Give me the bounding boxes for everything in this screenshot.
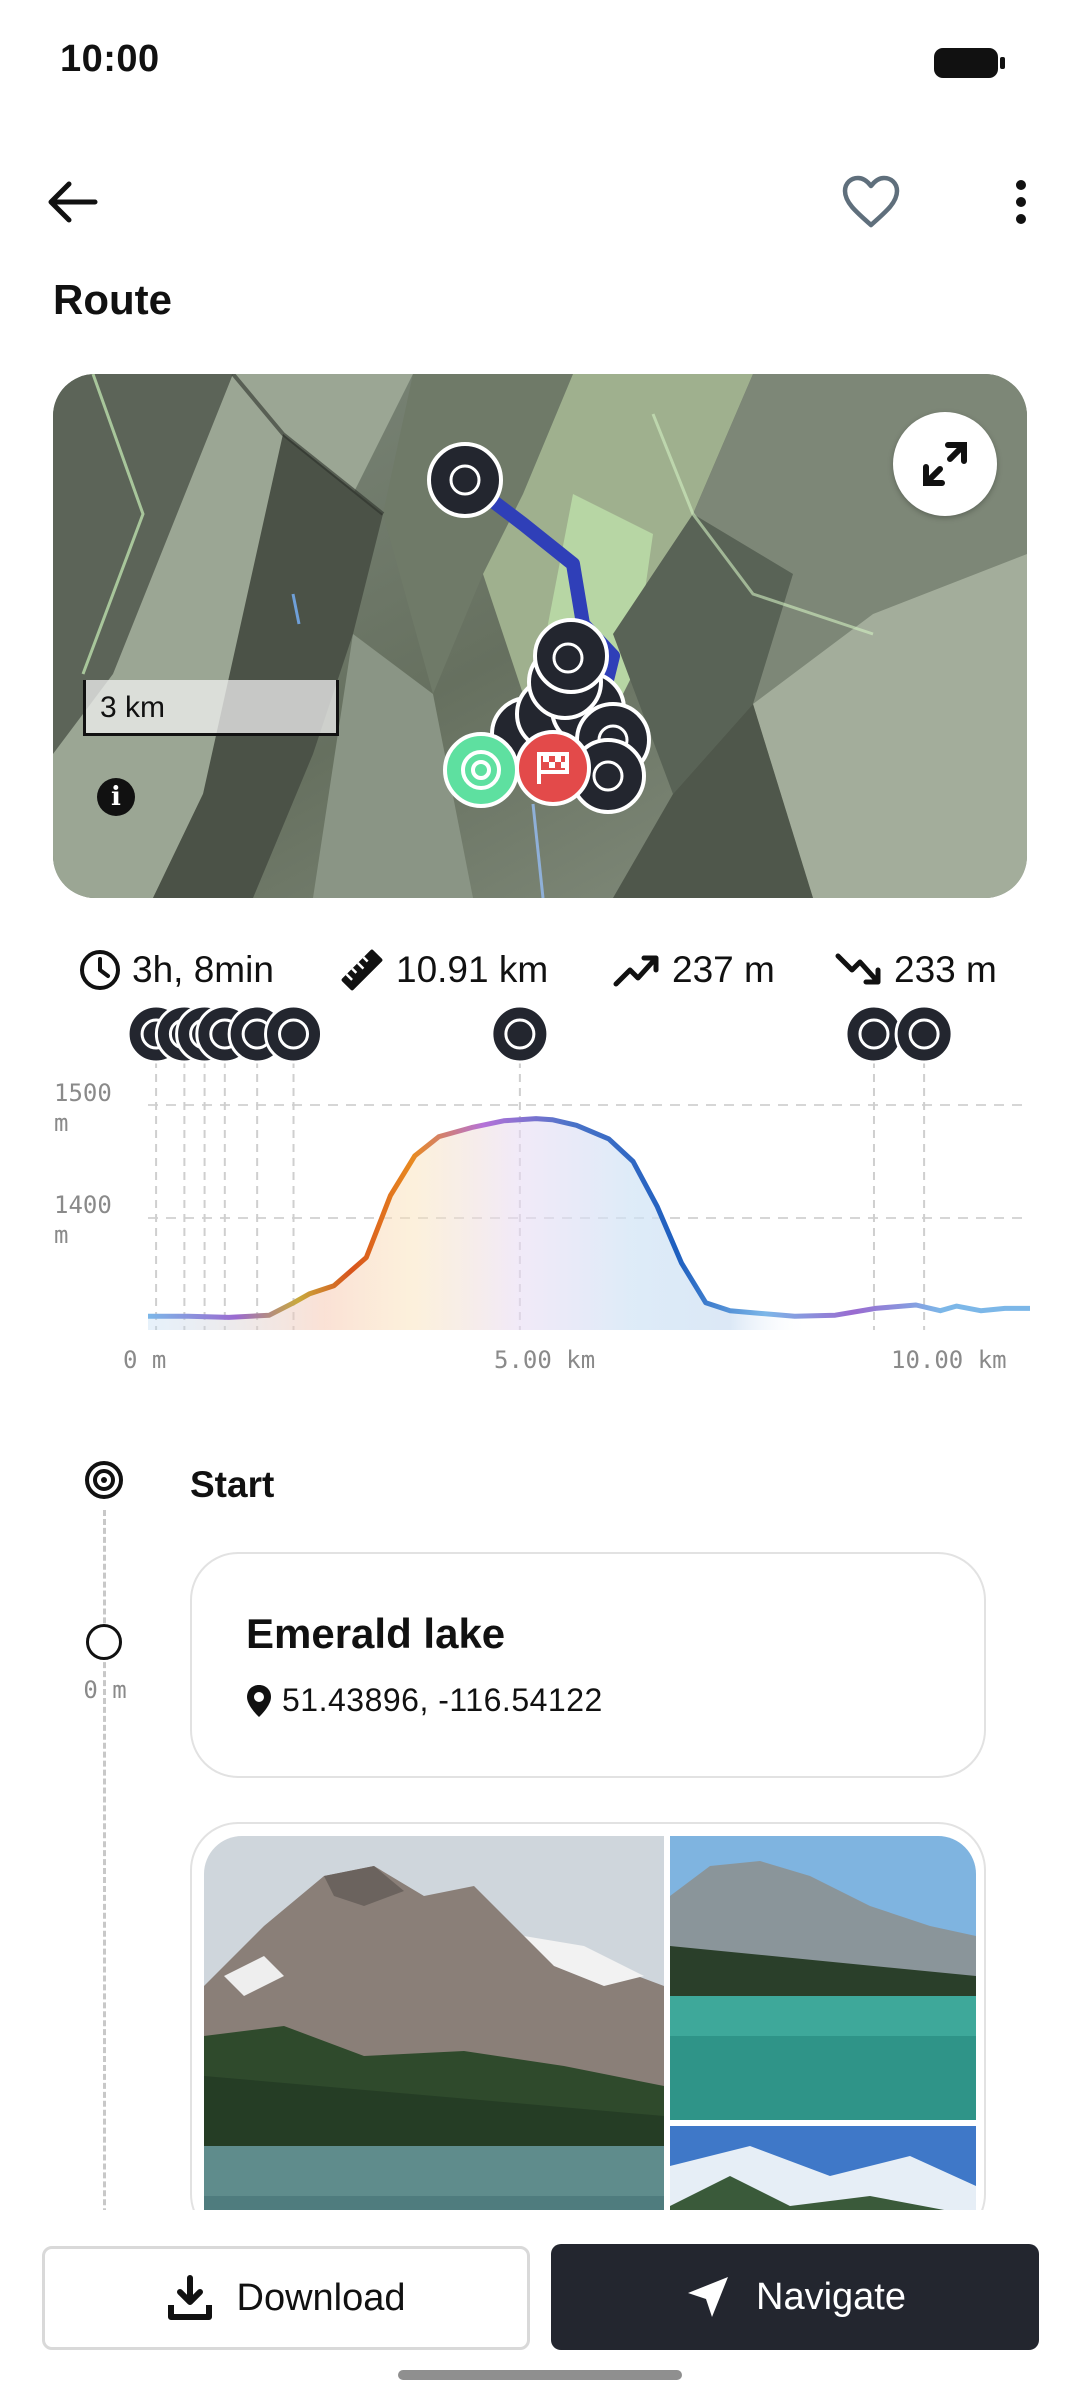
start-label: Start [190, 1464, 275, 1505]
download-label: Download [236, 2276, 406, 2319]
stat-distance: 10.91 km [338, 940, 548, 1000]
page-title: Route [53, 276, 172, 323]
waypoint-distance: 0 m [83, 1676, 127, 1704]
photo-mountain-sky[interactable] [670, 2126, 976, 2210]
map-start-marker[interactable] [443, 732, 519, 808]
waypoint-coordinates: 51.43896, -116.54122 [246, 1682, 603, 1719]
terrain-map [53, 374, 1027, 898]
navigate-button[interactable]: Navigate [551, 2244, 1039, 2350]
route-map[interactable]: 3 km i [53, 374, 1027, 898]
route-timeline: Start 0 m Emerald lake 51.43896, -116.54… [0, 1430, 1080, 2210]
home-indicator [398, 2370, 682, 2380]
elevation-profile[interactable]: 1500 m 1400 m 0 m 5.00 km 10.00 km [0, 1000, 1080, 1390]
heart-icon [842, 175, 900, 228]
more-vertical-icon [1016, 180, 1026, 224]
photo-image [670, 2126, 976, 2210]
map-info-button[interactable]: i [97, 778, 135, 816]
app-bar [0, 150, 1080, 260]
ruler-icon [341, 949, 383, 991]
profile-waypoint-marker[interactable] [894, 1004, 954, 1064]
photo-image [204, 1836, 664, 2210]
photo-emerald-water[interactable] [670, 1836, 976, 2120]
stat-duration: 3h, 8min [78, 940, 274, 1000]
profile-waypoint-marker[interactable] [490, 1004, 550, 1064]
elevation-chart: 1500 m 1400 m 0 m 5.00 km 10.00 km [54, 1004, 1030, 1374]
navigation-arrow-icon [688, 2277, 728, 2317]
x-tick-label-5: 5.00 km [494, 1346, 595, 1374]
map-pin-icon [247, 1684, 271, 1717]
target-icon [85, 1461, 123, 1499]
photo-gallery[interactable] [190, 1822, 986, 2210]
back-button[interactable] [36, 170, 110, 234]
more-menu-button[interactable] [996, 170, 1046, 234]
clock-icon [80, 950, 120, 990]
waypoint-card[interactable]: Emerald lake 51.43896, -116.54122 [190, 1552, 986, 1778]
favorite-button[interactable] [836, 170, 906, 234]
expand-arrows-icon [923, 442, 967, 486]
y-tick-unit-1500: m [54, 1109, 68, 1137]
arrow-left-icon [48, 181, 98, 223]
x-tick-label-10: 10.00 km [891, 1346, 1007, 1374]
timeline-line [103, 1510, 106, 2210]
stat-descent: 233 m [834, 940, 997, 1000]
stat-distance-value: 10.91 km [396, 949, 549, 990]
download-icon [167, 2275, 212, 2320]
waypoint-coords-text: 51.43896, -116.54122 [282, 1682, 603, 1718]
stat-duration-value: 3h, 8min [132, 949, 274, 990]
status-time: 10:00 [60, 38, 160, 80]
y-tick-label-1400: 1400 [54, 1191, 112, 1219]
stat-ascent-value: 237 m [672, 949, 775, 990]
trending-down-icon [835, 953, 881, 985]
route-stats: 3h, 8min 10.91 km 237 m 233 m [0, 940, 1080, 1000]
waypoint-name: Emerald lake [246, 1610, 506, 1657]
waypoint-marker [86, 1624, 122, 1660]
trending-up-icon [613, 955, 659, 987]
profile-waypoint-marker[interactable] [844, 1004, 904, 1064]
download-button[interactable]: Download [42, 2246, 530, 2350]
status-bar: 10:00 [0, 0, 1080, 120]
stat-descent-value: 233 m [894, 949, 997, 990]
stat-ascent: 237 m [612, 940, 775, 1000]
y-tick-unit-1400: m [54, 1221, 68, 1249]
y-tick-label-1500: 1500 [54, 1079, 112, 1107]
bottom-action-bar: Download Navigate [0, 2230, 1080, 2400]
navigate-label: Navigate [756, 2275, 906, 2318]
expand-map-button[interactable] [893, 412, 997, 516]
x-tick-label-0: 0 m [123, 1346, 166, 1374]
battery-icon [934, 48, 1005, 78]
elevation-area [148, 1118, 1030, 1330]
map-scale-bar: 3 km [83, 680, 339, 736]
map-finish-marker[interactable] [515, 730, 591, 806]
photo-image [670, 1836, 976, 2120]
profile-waypoint-marker[interactable] [264, 1004, 324, 1064]
photo-mountain-lake[interactable] [204, 1836, 664, 2210]
